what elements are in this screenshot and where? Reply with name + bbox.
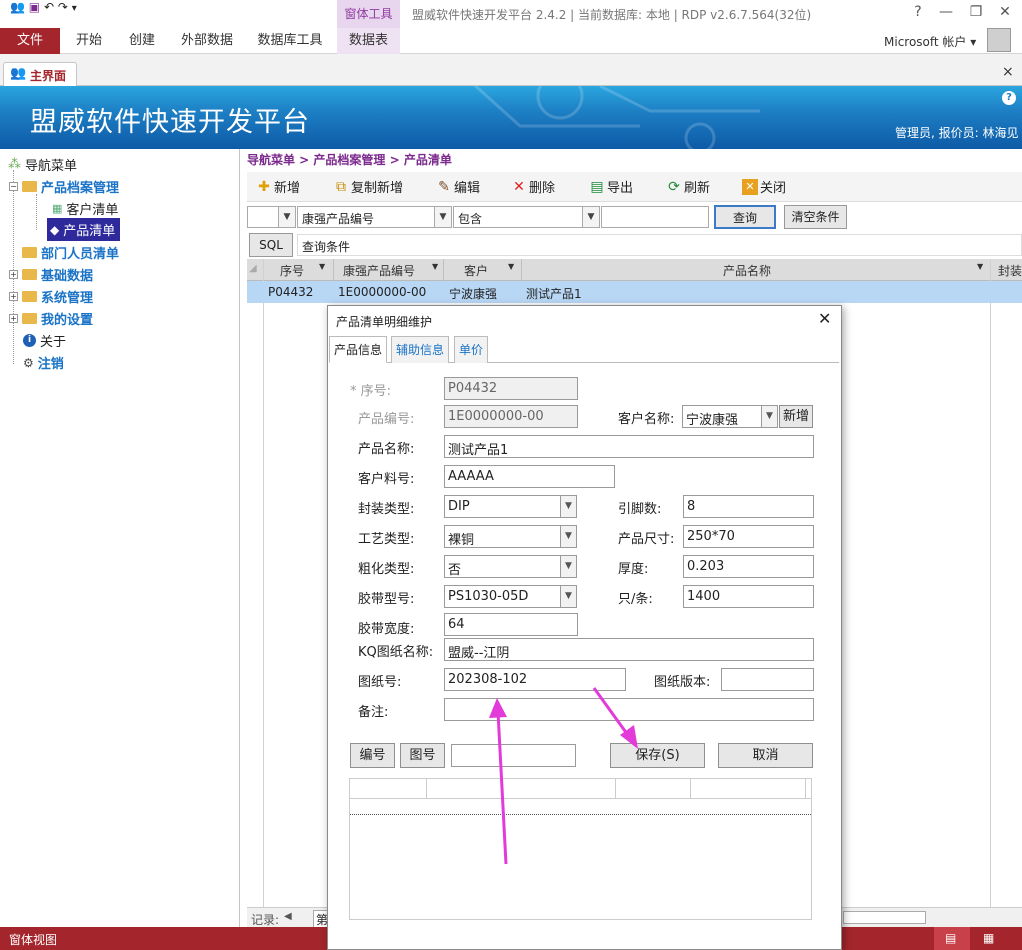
annotation-arrows (489, 687, 638, 865)
